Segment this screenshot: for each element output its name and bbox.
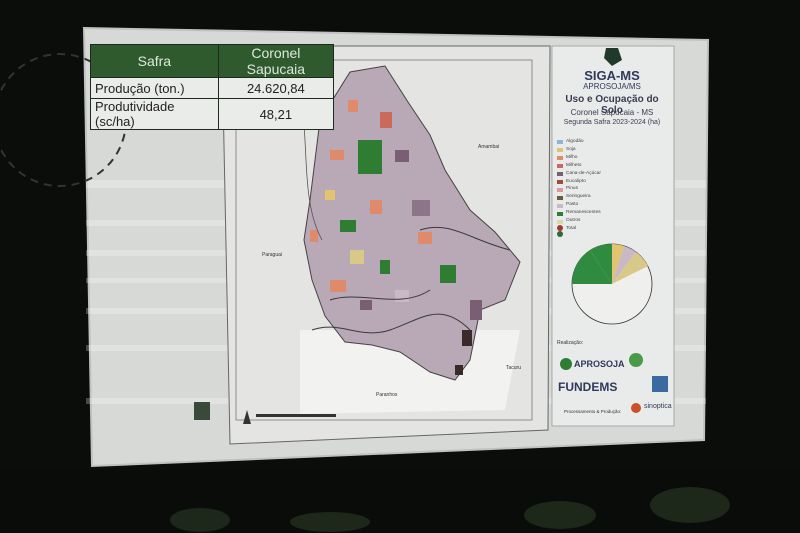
aprosoja-text: APROSOJA (574, 359, 625, 369)
legend-item: Algodão (566, 139, 584, 144)
row-label: Produção (ton.) (90, 77, 219, 99)
production-table: Safra Coronel Sapucaia Produção (ton.) 2… (90, 44, 335, 130)
table-header-cell: Safra (90, 44, 219, 78)
aprosoja-logo-icon (560, 358, 572, 370)
legend-item: Milheto (566, 162, 582, 168)
table-row: Produtividade (sc/ha) 48,21 (90, 98, 335, 130)
place-label: Tacuru (506, 365, 522, 371)
row-value: 24.620,84 (217, 77, 335, 99)
realizacao-label: Realização: (557, 340, 584, 346)
legend-item: Soja (566, 146, 576, 152)
legend-list: Algodão Soja Milho Milheto Cana-de-Açúca… (566, 138, 601, 233)
pie-chart (571, 243, 653, 325)
map-subtitle: Coronel Sapucaia - MS (570, 108, 654, 117)
row-value: 48,21 (217, 98, 335, 130)
legend-item: Seringueira (566, 194, 591, 200)
legend-item: Cana-de-Açúcar (566, 170, 601, 176)
sinoptica-text: sinoptica (644, 403, 672, 410)
legend-item: Pasto (566, 202, 579, 208)
map-season: Segunda Safra 2023-2024 (ha) (563, 119, 661, 126)
legend-item: Total (566, 225, 577, 231)
leaf-logo-icon (629, 353, 643, 367)
place-label: Paranhos (376, 392, 398, 398)
footer-text: Processamento & Produção: (564, 409, 622, 414)
row-label: Produtividade (sc/ha) (90, 98, 219, 130)
place-label: Amambai (478, 144, 500, 150)
brand-name: SIGA-MS (584, 68, 640, 83)
dark-block (194, 402, 210, 420)
photo-scene: Safra Coronel Sapucaia Produção (ton.) 2… (0, 0, 800, 533)
legend-item: Eucalipto (566, 178, 586, 184)
place-label: Paraguai (262, 252, 283, 258)
legend-item: Outros (566, 218, 581, 224)
sinoptica-logo-icon (631, 403, 641, 413)
table-header-cell: Coronel Sapucaia (217, 44, 335, 78)
fundems-text: FUNDEMS (558, 380, 618, 394)
badge-logo-icon (652, 376, 668, 392)
brand-sub: APROSOJA/MS (583, 82, 641, 91)
table-row: Produção (ton.) 24.620,84 (90, 77, 335, 99)
legend-item: Remanescentes (566, 210, 601, 216)
legend-item: Pinus (566, 186, 578, 192)
legend-item: Milho (566, 154, 578, 160)
